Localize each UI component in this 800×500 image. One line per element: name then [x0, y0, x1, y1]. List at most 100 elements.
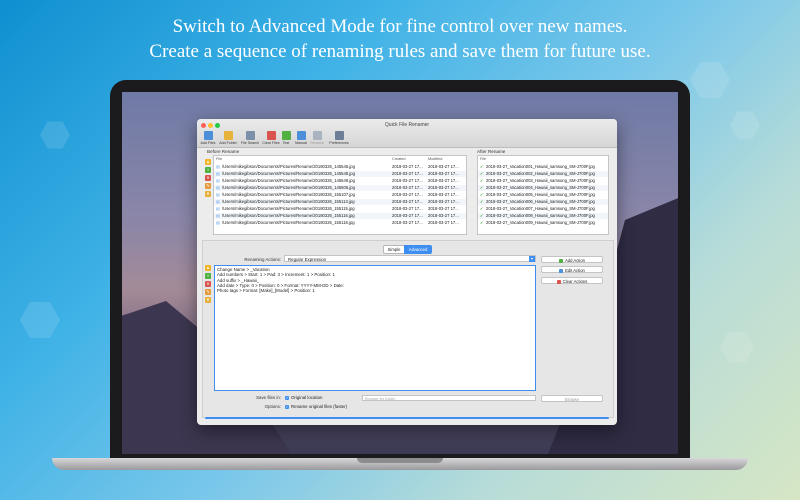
clear-actions-icon: [556, 279, 561, 284]
edit-rule-icon[interactable]: ✎: [205, 289, 211, 295]
preferences-icon: [334, 131, 344, 140]
renaming-actions-select[interactable]: Regular Expression ▾: [284, 255, 536, 262]
table-row[interactable]: ▤/Users/mikegibson/Documents/Pictures/Re…: [214, 213, 466, 219]
after-rename-table[interactable]: File ✓ 2018-03-27_Vacation001_Hawaii_sams…: [477, 155, 609, 235]
table-row[interactable]: ✓ 2018-03-27_Vacation007_Hawaii_samsung_S…: [478, 206, 608, 212]
manual-icon: [296, 131, 306, 140]
add-action-button[interactable]: Add Action: [541, 256, 603, 263]
file-type-icon: ▤: [216, 164, 220, 169]
edit-row-icon[interactable]: ✎: [205, 183, 211, 189]
original-location-label: Original location: [291, 395, 323, 400]
rules-list[interactable]: Change Name > _Vacation Add numbers > Sta…: [214, 265, 536, 391]
move-rule-down-icon[interactable]: ▼: [205, 297, 211, 303]
search-icon: [245, 131, 255, 140]
add-folder-icon: [223, 131, 233, 140]
app-window: Quick File Renamer Add Files Add Folder …: [197, 119, 617, 425]
remove-row-icon[interactable]: ✕: [205, 175, 211, 181]
test-check-icon: [281, 131, 291, 140]
remove-rule-icon[interactable]: ✕: [205, 281, 211, 287]
table-row[interactable]: ✓ 2018-03-27_Vacation009_Hawaii_samsung_S…: [478, 220, 608, 226]
cell-new-name: 2018-03-27_Vacation004_Hawaii_samsung_SM…: [486, 185, 595, 190]
column-header-file: File: [216, 157, 223, 161]
edit-action-button[interactable]: Edit Action: [541, 266, 603, 273]
cell-modified: 2018-03-27 17...: [428, 192, 459, 197]
table-row[interactable]: ▤/Users/mikegibson/Documents/Pictures/Re…: [214, 185, 466, 191]
chevron-down-icon: ▾: [529, 256, 535, 262]
table-row[interactable]: ▤/Users/mikegibson/Documents/Pictures/Re…: [214, 178, 466, 184]
table-row[interactable]: ✓ 2018-03-27_Vacation002_Hawaii_samsung_S…: [478, 171, 608, 177]
browse-button[interactable]: Browse: [541, 395, 603, 402]
cell-modified: 2018-03-27 17...: [428, 220, 459, 225]
cell-new-name: 2018-03-27_Vacation007_Hawaii_samsung_SM…: [486, 206, 595, 211]
renaming-actions-selected: Regular Expression: [288, 257, 327, 262]
toolbar-preferences-button[interactable]: Preferences: [326, 131, 352, 145]
cell-modified: 2018-03-27 17...: [428, 206, 459, 211]
advanced-mode-tab[interactable]: Advanced: [404, 245, 432, 254]
checkmark-icon: ✓: [480, 206, 484, 211]
headline: Switch to Advanced Mode for fine control…: [0, 14, 800, 64]
simple-mode-tab[interactable]: Simple: [383, 245, 405, 254]
rename-original-checkbox[interactable]: ✓: [285, 405, 289, 409]
checkmark-icon: ✓: [480, 164, 484, 169]
cell-new-name: 2018-03-27_Vacation002_Hawaii_samsung_SM…: [486, 171, 595, 176]
table-row[interactable]: ✓ 2018-03-27_Vacation001_Hawaii_samsung_S…: [478, 164, 608, 170]
table-row[interactable]: ▤/Users/mikegibson/Documents/Pictures/Re…: [214, 171, 466, 177]
file-type-icon: ▤: [216, 185, 220, 190]
file-type-icon: ▤: [216, 206, 220, 211]
table-row[interactable]: ▤/Users/mikegibson/Documents/Pictures/Re…: [214, 220, 466, 226]
column-header-created: Created: [392, 157, 406, 161]
checkmark-icon: ✓: [480, 185, 484, 190]
original-location-checkbox[interactable]: ✓: [285, 396, 289, 400]
toolbar-rename-button[interactable]: Rename: [308, 131, 326, 145]
cell-file: /Users/mikegibson/Documents/Pictures/Ren…: [222, 192, 355, 197]
after-rename-label: After Rename: [477, 149, 506, 154]
add-rule-icon[interactable]: +: [205, 273, 211, 279]
hex-decoration: [690, 62, 730, 98]
cell-file: /Users/mikegibson/Documents/Pictures/Ren…: [222, 171, 355, 176]
table-row[interactable]: ✓ 2018-03-27_Vacation008_Hawaii_samsung_S…: [478, 213, 608, 219]
add-action-icon: [558, 258, 563, 263]
cell-created: 2018-03-27 17...: [392, 171, 423, 176]
table-row[interactable]: ▤/Users/mikegibson/Documents/Pictures/Re…: [214, 192, 466, 198]
cell-file: /Users/mikegibson/Documents/Pictures/Ren…: [222, 220, 355, 225]
file-type-icon: ▤: [216, 220, 220, 225]
cell-new-name: 2018-03-27_Vacation005_Hawaii_samsung_SM…: [486, 192, 595, 197]
table-row[interactable]: ✓ 2018-03-27_Vacation005_Hawaii_samsung_S…: [478, 192, 608, 198]
cell-new-name: 2018-03-27_Vacation008_Hawaii_samsung_SM…: [486, 213, 595, 218]
cell-created: 2018-03-27 17...: [392, 164, 423, 169]
table-row[interactable]: ✓ 2018-03-27_Vacation006_Hawaii_samsung_S…: [478, 199, 608, 205]
hex-decoration: [730, 111, 760, 139]
move-down-icon[interactable]: ▼: [205, 191, 211, 197]
laptop-notch: [357, 458, 443, 463]
clear-actions-button[interactable]: Clear Actions: [541, 277, 603, 284]
rename-original-label: Rename original files (faster): [291, 404, 348, 409]
file-type-icon: ▤: [216, 199, 220, 204]
toolbar-add-files-button[interactable]: Add Files: [197, 131, 219, 145]
table-row[interactable]: ▤/Users/mikegibson/Documents/Pictures/Re…: [214, 164, 466, 170]
hex-decoration: [20, 302, 60, 338]
cell-new-name: 2018-03-27_Vacation006_Hawaii_samsung_SM…: [486, 199, 595, 204]
table-row[interactable]: ▤/Users/mikegibson/Documents/Pictures/Re…: [214, 206, 466, 212]
save-files-in-label: Save files in:: [256, 395, 281, 400]
add-row-icon[interactable]: +: [205, 167, 211, 173]
rule-item[interactable]: Photo tags > Format: [Make]_[Model] > Po…: [217, 288, 533, 293]
move-up-icon[interactable]: ▲: [205, 159, 211, 165]
destination-folder-field[interactable]: Browse for folder: [362, 395, 536, 401]
toolbar-test-button[interactable]: Test: [279, 131, 293, 145]
before-rename-table[interactable]: File Created Modified ▤/Users/mikegibson…: [213, 155, 467, 235]
checkmark-icon: ✓: [480, 192, 484, 197]
toolbar-add-folder-button[interactable]: Add Folder: [217, 131, 239, 145]
checkmark-icon: ✓: [480, 220, 484, 225]
cell-modified: 2018-03-27 17...: [428, 178, 459, 183]
table-row[interactable]: ✓ 2018-03-27_Vacation003_Hawaii_samsung_S…: [478, 178, 608, 184]
cell-created: 2018-03-27 17...: [392, 192, 423, 197]
cell-file: /Users/mikegibson/Documents/Pictures/Ren…: [222, 178, 355, 183]
toolbar-file-search-button[interactable]: File Search: [239, 131, 261, 145]
table-row[interactable]: ✓ 2018-03-27_Vacation004_Hawaii_samsung_S…: [478, 185, 608, 191]
table-row[interactable]: ▤/Users/mikegibson/Documents/Pictures/Re…: [214, 199, 466, 205]
column-header-modified: Modified: [428, 157, 443, 161]
cell-file: /Users/mikegibson/Documents/Pictures/Ren…: [222, 164, 355, 169]
move-rule-up-icon[interactable]: ▲: [205, 265, 211, 271]
cell-modified: 2018-03-27 17...: [428, 185, 459, 190]
cell-created: 2018-03-27 17...: [392, 178, 423, 183]
